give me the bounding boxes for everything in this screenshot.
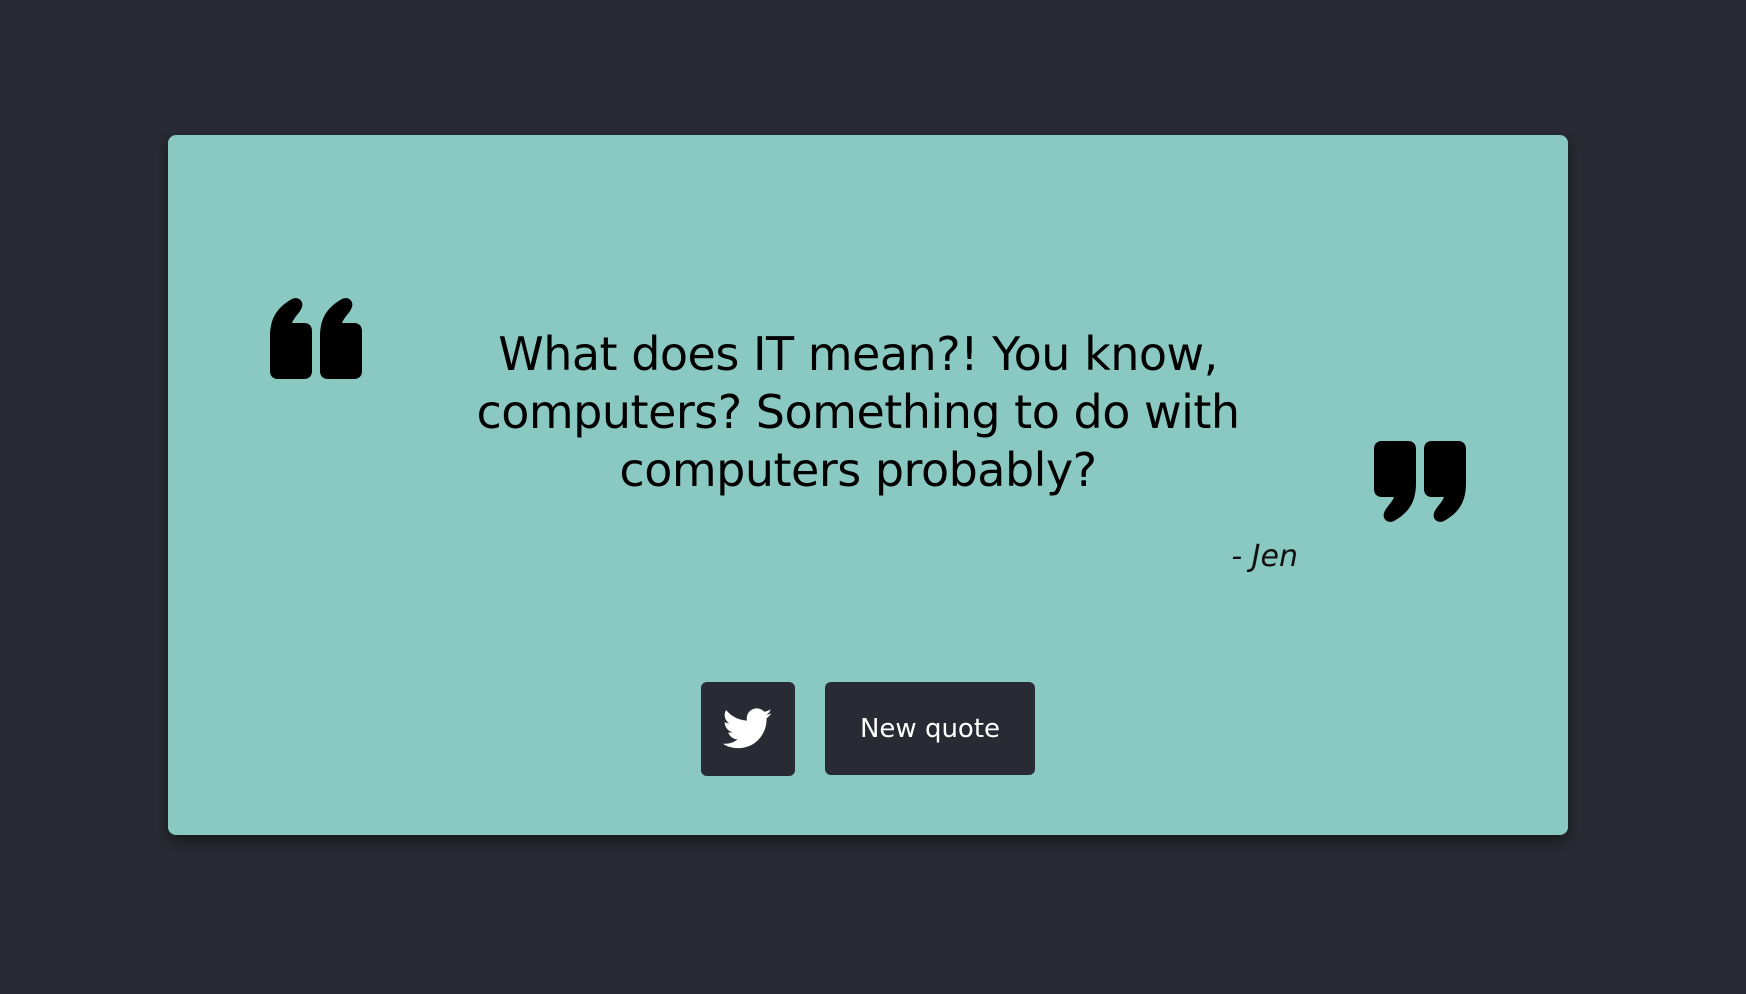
twitter-icon xyxy=(723,708,773,749)
quote-card: What does IT mean?! You know, computers?… xyxy=(168,135,1568,835)
quote-open-icon xyxy=(270,298,362,379)
quote-close-icon xyxy=(1374,441,1466,522)
tweet-button[interactable] xyxy=(701,682,795,776)
new-quote-button[interactable]: New quote xyxy=(825,682,1035,775)
quote-text: What does IT mean?! You know, computers?… xyxy=(476,327,1240,497)
quote-author: - Jen xyxy=(1231,539,1298,574)
